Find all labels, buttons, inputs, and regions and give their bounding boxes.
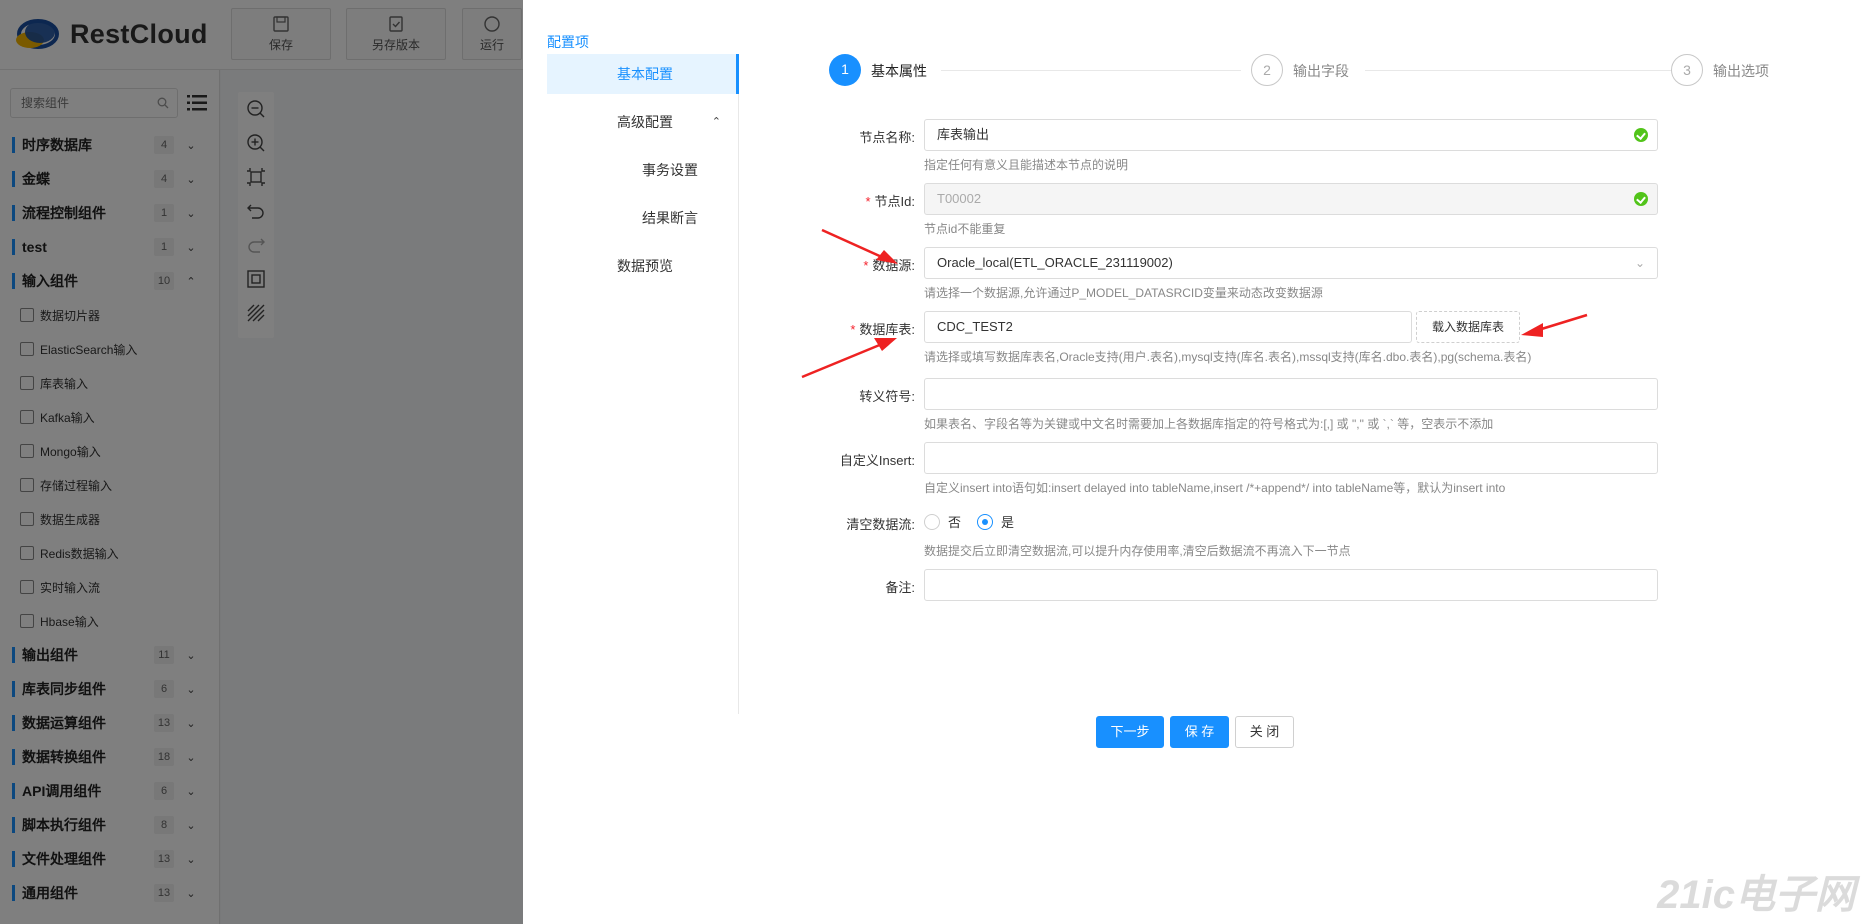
custom-insert-hint: 自定义insert into语句如:insert delayed into ta… — [924, 481, 1506, 495]
step-divider — [941, 70, 1241, 71]
menu-item-advanced-label: 高级配置 — [617, 114, 673, 130]
radio-no[interactable]: 否 — [924, 512, 961, 531]
radio-circle — [924, 513, 940, 530]
annotation-arrow-load-button — [1521, 313, 1588, 337]
next-step-button[interactable]: 下一步 — [1096, 716, 1164, 748]
node-name-label: 节点名称: — [859, 130, 915, 145]
drawer-title: 配置项 — [547, 34, 589, 50]
close-button[interactable]: 关 闭 — [1235, 716, 1294, 748]
escape-hint: 如果表名、字段名等为关键或中文名时需要加上各数据库指定的符号格式为:[,] 或 … — [924, 417, 1494, 431]
menu-item-assert[interactable]: 结果断言 — [547, 198, 739, 238]
step-2-label: 输出字段 — [1293, 63, 1349, 79]
table-value: CDC_TEST2 — [937, 319, 1013, 334]
menu-item-transaction[interactable]: 事务设置 — [547, 150, 739, 190]
annotation-arrow-table — [801, 338, 897, 379]
step-divider — [1365, 70, 1679, 71]
radio-no-label: 否 — [948, 515, 962, 530]
node-id-label-text: 节点Id: — [874, 194, 915, 209]
load-table-button[interactable]: 载入数据库表 — [1416, 311, 1520, 343]
node-id-hint: 节点id不能重复 — [924, 222, 1006, 236]
escape-label: 转义符号: — [859, 389, 915, 404]
escape-input[interactable] — [924, 378, 1658, 410]
custom-insert-input[interactable] — [924, 442, 1658, 474]
custom-insert-label: 自定义Insert: — [839, 453, 915, 468]
annotation-arrow-datasource — [821, 228, 898, 264]
table-hint: 请选择或填写数据库表名,Oracle支持(用户.表名),mysql支持(库名.表… — [924, 350, 1532, 364]
datasource-hint: 请选择一个数据源,允许通过P_MODEL_DATASRCID变量来动态改变数据源 — [924, 286, 1323, 300]
datasource-value: Oracle_local(ETL_ORACLE_231119002) — [937, 255, 1173, 270]
config-menu: 基本配置 高级配置 ⌃ 事务设置 结果断言 数据预览 — [547, 54, 739, 714]
required-mark: * — [865, 194, 871, 209]
step-3-circle[interactable]: 3 — [1671, 54, 1703, 86]
step-1-label: 基本属性 — [871, 63, 927, 79]
menu-item-basic[interactable]: 基本配置 — [547, 54, 739, 94]
node-name-value: 库表输出 — [937, 127, 990, 142]
node-id-input[interactable]: T00002 — [924, 183, 1658, 215]
menu-item-preview[interactable]: 数据预览 — [547, 246, 739, 286]
table-input[interactable]: CDC_TEST2 — [924, 311, 1412, 343]
node-id-value: T00002 — [937, 191, 982, 206]
chevron-up-icon: ⌃ — [711, 116, 721, 128]
step-3-label: 输出选项 — [1713, 63, 1769, 79]
step-2-circle[interactable]: 2 — [1251, 54, 1283, 86]
menu-item-advanced[interactable]: 高级配置 ⌃ — [547, 102, 739, 142]
chevron-down-icon: ⌄ — [1634, 256, 1645, 270]
watermark: 21ic电子网 — [1657, 873, 1855, 917]
datasource-select[interactable]: Oracle_local(ETL_ORACLE_231119002) ⌄ — [924, 247, 1658, 279]
radio-yes-label: 是 — [1001, 515, 1015, 530]
clear-stream-label: 清空数据流: — [846, 517, 915, 532]
node-name-input[interactable]: 库表输出 — [924, 119, 1658, 151]
step-1-circle[interactable]: 1 — [829, 54, 861, 86]
remark-textarea[interactable] — [924, 569, 1658, 601]
clear-stream-hint: 数据提交后立即清空数据流,可以提升内存使用率,清空后数据流不再流入下一节点 — [924, 544, 1351, 558]
steps: 1 基本属性 2 输出字段 3 输出选项 — [829, 54, 1769, 86]
radio-yes[interactable]: 是 — [977, 512, 1014, 531]
radio-circle-checked — [977, 513, 993, 530]
check-circle-icon — [1634, 192, 1648, 206]
node-name-hint: 指定任何有意义且能描述本节点的说明 — [924, 158, 1129, 172]
node-id-label: * 节点Id: — [759, 191, 915, 210]
config-drawer: 配置项 基本配置 高级配置 ⌃ 事务设置 结果断言 数据预览 1 基本属性 2 … — [523, 0, 1873, 924]
check-circle-icon — [1634, 128, 1648, 142]
remark-label: 备注: — [885, 580, 915, 595]
save-button[interactable]: 保 存 — [1170, 716, 1229, 748]
